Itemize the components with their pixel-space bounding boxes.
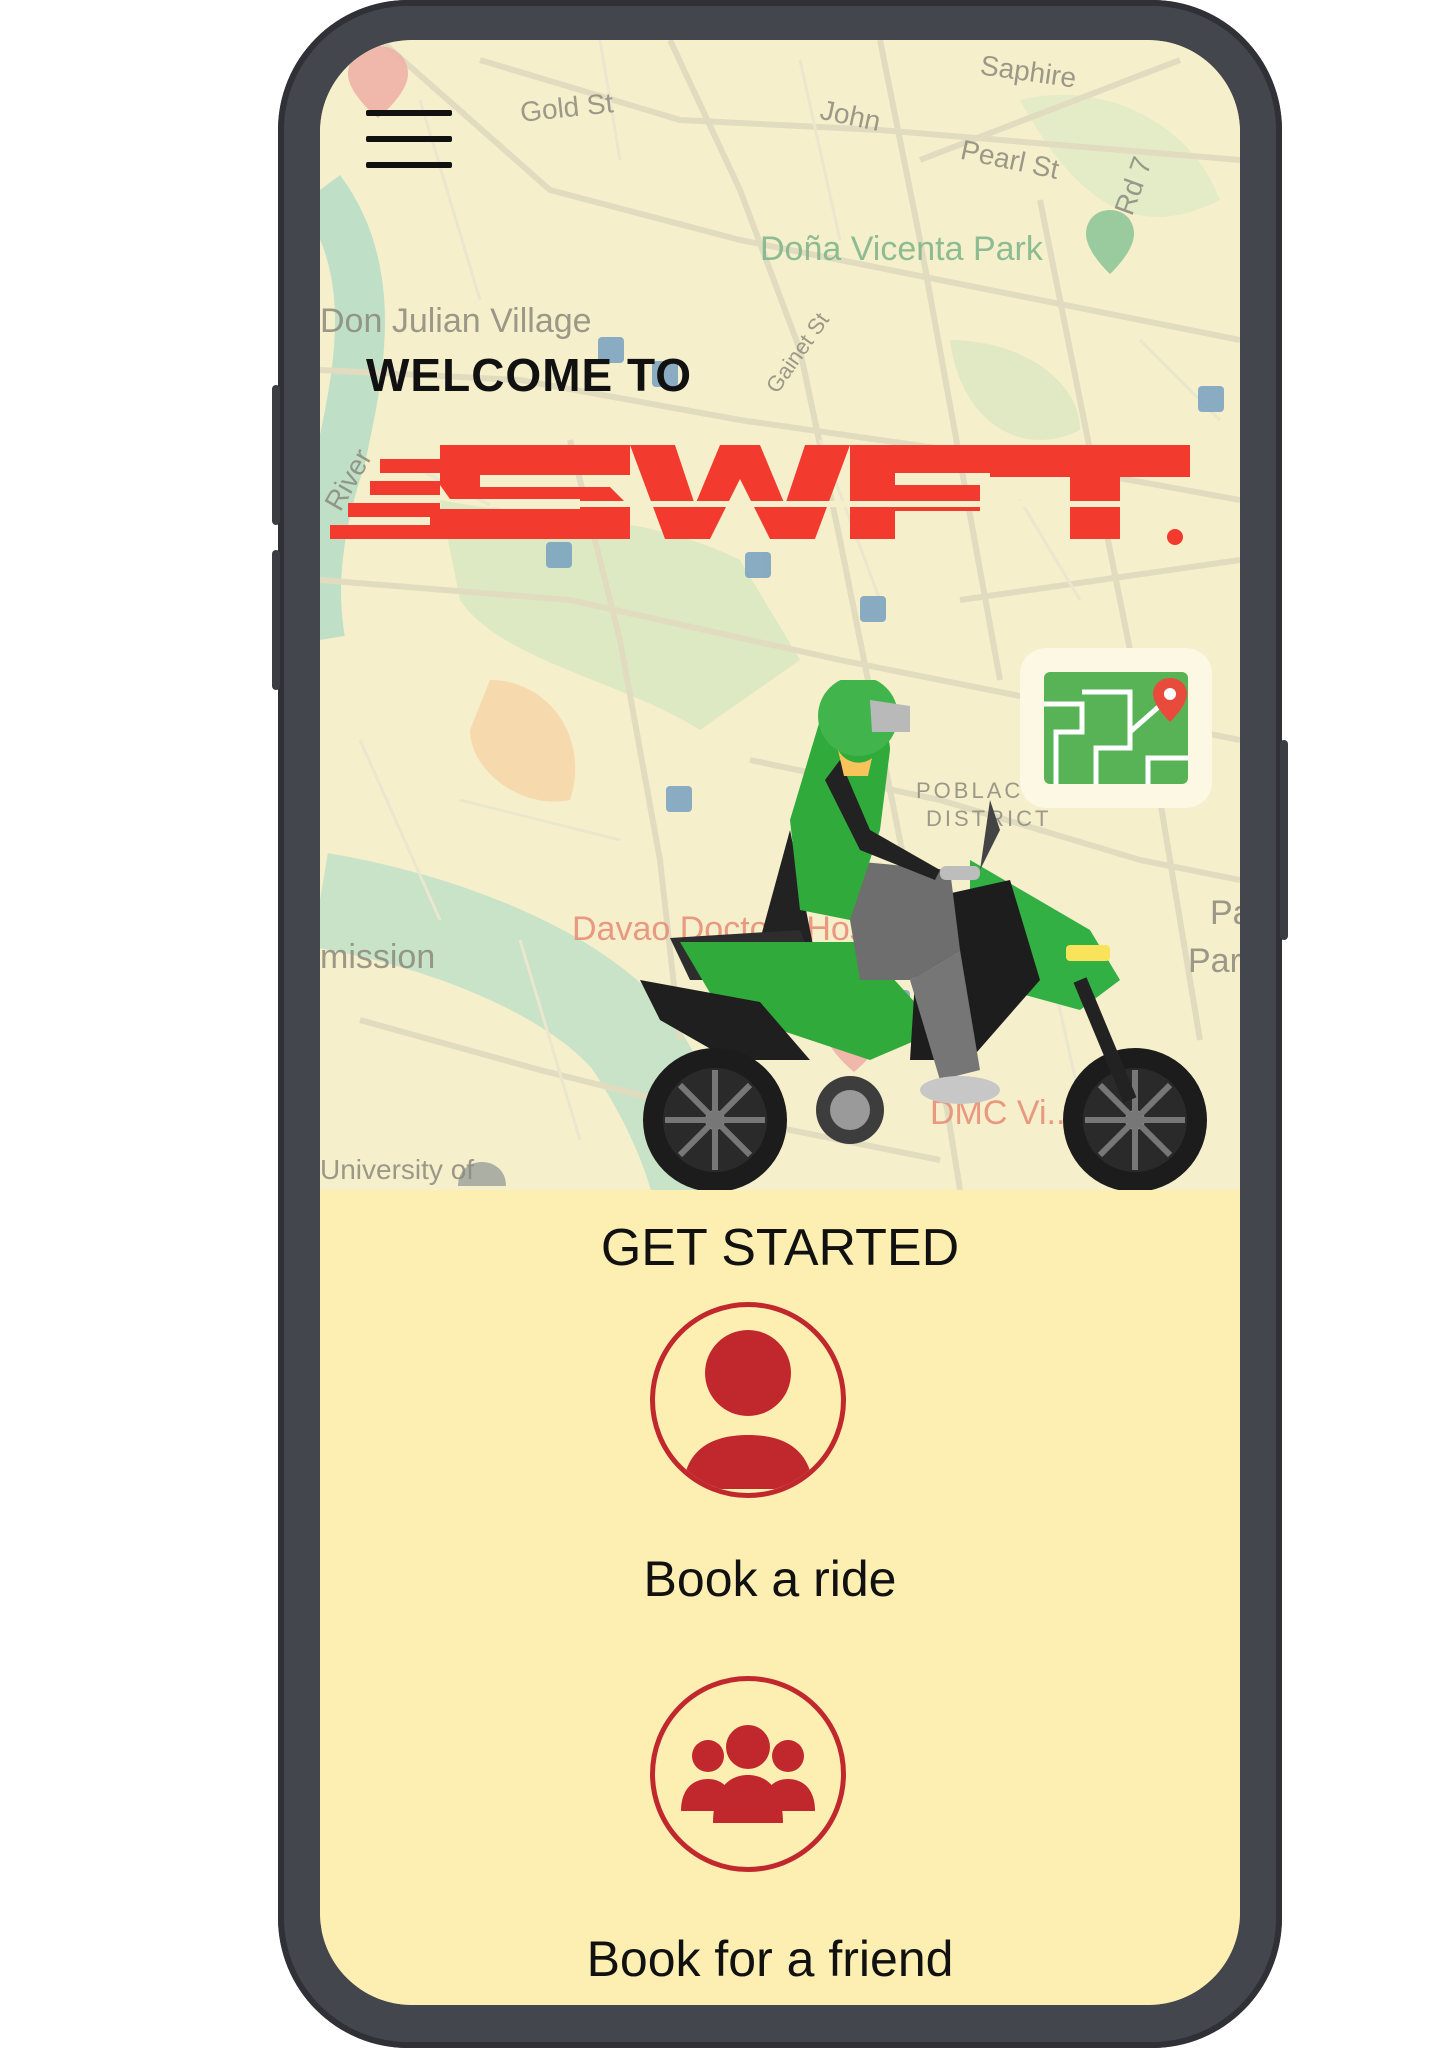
hamburger-icon-line (366, 162, 452, 168)
map-label: mission (320, 938, 436, 976)
volume-up-button (272, 385, 280, 525)
book-friend-label[interactable]: Book for a friend (320, 1930, 1230, 1988)
map-label: Doña Vicenta Park (760, 230, 1043, 268)
hamburger-icon-line (366, 136, 452, 142)
book-friend-button[interactable] (650, 1676, 846, 1872)
menu-button[interactable] (366, 110, 452, 170)
volume-down-button (272, 550, 280, 690)
get-started-title: GET STARTED (600, 1219, 960, 1277)
book-ride-button[interactable] (650, 1302, 846, 1498)
map-label: University of (320, 1154, 475, 1185)
book-ride-label[interactable]: Book a ride (320, 1550, 1230, 1608)
person-icon (683, 1330, 813, 1489)
map-background[interactable]: Gold St John Saphire Pearl St Rd 7 Doña … (320, 40, 1240, 1192)
power-button (1280, 740, 1288, 940)
group-icon (681, 1725, 815, 1823)
app-screen: Gold St John Saphire Pearl St Rd 7 Doña … (320, 40, 1240, 2005)
hamburger-icon (366, 110, 452, 116)
map-label: Don Julian Village (320, 302, 592, 340)
welcome-text: WELCOME TO (366, 349, 693, 401)
